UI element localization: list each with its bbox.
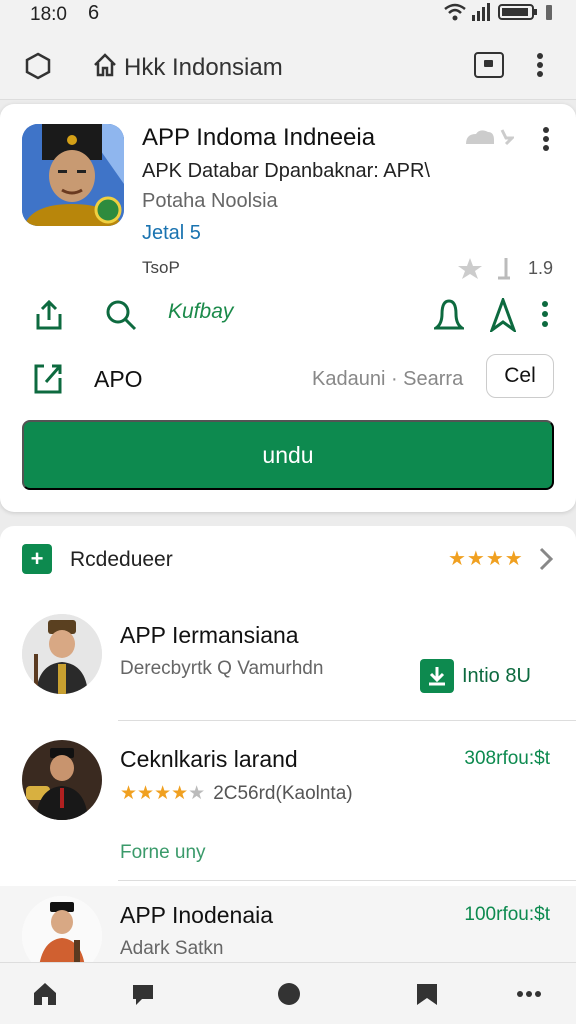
site-info-icon[interactable] bbox=[24, 52, 52, 80]
nav-more-icon[interactable] bbox=[516, 981, 542, 1007]
tab-switcher-icon bbox=[484, 60, 493, 67]
cel-button[interactable]: Cel bbox=[486, 354, 554, 398]
item-subtitle: Adark Satkn bbox=[120, 938, 224, 959]
list-item[interactable]: APP Inodenaia 100rfou:$t Adark Satkn bbox=[0, 886, 576, 976]
status-bar: 18:0 6 bbox=[0, 0, 576, 30]
divider bbox=[118, 880, 576, 881]
rating-stars-filled: ★★★★ bbox=[120, 783, 189, 804]
tab-switcher-button[interactable] bbox=[474, 52, 504, 78]
rating-stars-empty: ★ bbox=[188, 783, 206, 804]
download-icon bbox=[420, 659, 454, 693]
battery-icon bbox=[498, 4, 537, 20]
install-chip-label: Intio 8U bbox=[462, 664, 531, 687]
apo-row: APO Kadauni · Searra Cel bbox=[0, 354, 576, 404]
app-icon[interactable] bbox=[22, 124, 124, 226]
cloud-icon[interactable] bbox=[462, 126, 514, 148]
list-item[interactable]: APP Iermansiana Derecbyrtk Q Vamurhdn In… bbox=[0, 614, 576, 722]
item-link[interactable]: Forne uny bbox=[120, 842, 206, 864]
battery-saver-icon bbox=[546, 5, 552, 20]
list-item[interactable]: Ceknlkaris larand 308rfou:$t ★★★★★ 2C56rd… bbox=[0, 738, 576, 888]
app-title: APP Indoma Indneeia bbox=[142, 124, 376, 151]
app-detail-card: APP Indoma Indneeia APK Databar Dpanbakn… bbox=[0, 104, 576, 512]
avatar-figure-icon bbox=[22, 614, 102, 694]
divider bbox=[118, 720, 576, 721]
app-top-label: TsoP bbox=[142, 258, 180, 277]
item-title: APP Iermansiana bbox=[120, 622, 299, 648]
chevron-right-icon[interactable] bbox=[538, 546, 554, 572]
signal-icon bbox=[472, 3, 490, 21]
browser-menu-icon[interactable] bbox=[536, 52, 544, 78]
rating-value: 1.9 bbox=[528, 258, 554, 278]
app-detail-link[interactable]: Jetal 5 bbox=[142, 222, 201, 245]
avatar bbox=[22, 740, 102, 820]
action-menu-icon[interactable] bbox=[541, 300, 549, 328]
open-icon[interactable] bbox=[32, 362, 64, 396]
plus-icon: + bbox=[22, 544, 52, 574]
rating-count: 2C56rd(Kaolnta) bbox=[213, 783, 353, 804]
item-price: 100rfou:$t bbox=[464, 904, 550, 925]
kufbay-link[interactable]: Kufbay bbox=[168, 300, 233, 324]
avatar bbox=[22, 614, 102, 694]
bottom-navigation bbox=[0, 962, 576, 1024]
nav-circle-icon[interactable] bbox=[276, 981, 302, 1007]
avatar-figure-icon bbox=[22, 740, 102, 820]
rating-star-icon bbox=[458, 258, 482, 279]
section-header[interactable]: + Rcdedueer ★★★★ bbox=[0, 542, 576, 582]
status-icons bbox=[444, 3, 554, 21]
nav-chat-icon[interactable] bbox=[130, 981, 156, 1007]
apo-label: APO bbox=[94, 366, 143, 392]
app-publisher[interactable]: Potaha Noolsia bbox=[142, 190, 278, 213]
nav-home-icon[interactable] bbox=[32, 981, 58, 1007]
item-title: Ceknlkaris larand bbox=[120, 746, 298, 772]
nav-bookmark-icon[interactable] bbox=[414, 981, 440, 1007]
browser-address-bar: Hkk Indonsiam bbox=[0, 30, 576, 100]
item-subtitle: Derecbyrtk Q Vamurhdn bbox=[120, 658, 324, 679]
recommendations-card: + Rcdedueer ★★★★ APP Iermansiana Derecby… bbox=[0, 526, 576, 1024]
app-subtitle: APK Databar Dpanbaknar: APR\ bbox=[142, 160, 430, 182]
item-title: APP Inodenaia bbox=[120, 902, 274, 928]
section-title: Rcdedueer bbox=[70, 548, 173, 571]
navigate-icon[interactable] bbox=[490, 298, 516, 332]
status-time: 18:0 bbox=[30, 4, 67, 25]
info-icon bbox=[498, 258, 510, 280]
action-row: Kufbay bbox=[0, 290, 576, 340]
home-icon[interactable] bbox=[92, 52, 118, 78]
bell-icon[interactable] bbox=[434, 298, 464, 332]
url-field[interactable]: Hkk Indonsiam bbox=[124, 54, 283, 82]
apo-meta: Kadauni · Searra bbox=[312, 368, 464, 390]
wifi-icon bbox=[444, 3, 466, 21]
status-notification-count: 6 bbox=[88, 2, 100, 24]
section-stars: ★★★★ bbox=[448, 548, 524, 570]
app-menu-icon[interactable] bbox=[542, 126, 550, 152]
install-chip[interactable]: Intio 8U bbox=[420, 658, 554, 694]
app-icon-portrait bbox=[22, 124, 124, 226]
share-icon[interactable] bbox=[32, 298, 66, 332]
item-rating: ★★★★★ 2C56rd(Kaolnta) bbox=[120, 782, 353, 805]
search-icon[interactable] bbox=[104, 298, 138, 332]
item-price: 308rfou:$t bbox=[464, 748, 550, 769]
install-button[interactable]: undu bbox=[22, 420, 554, 490]
